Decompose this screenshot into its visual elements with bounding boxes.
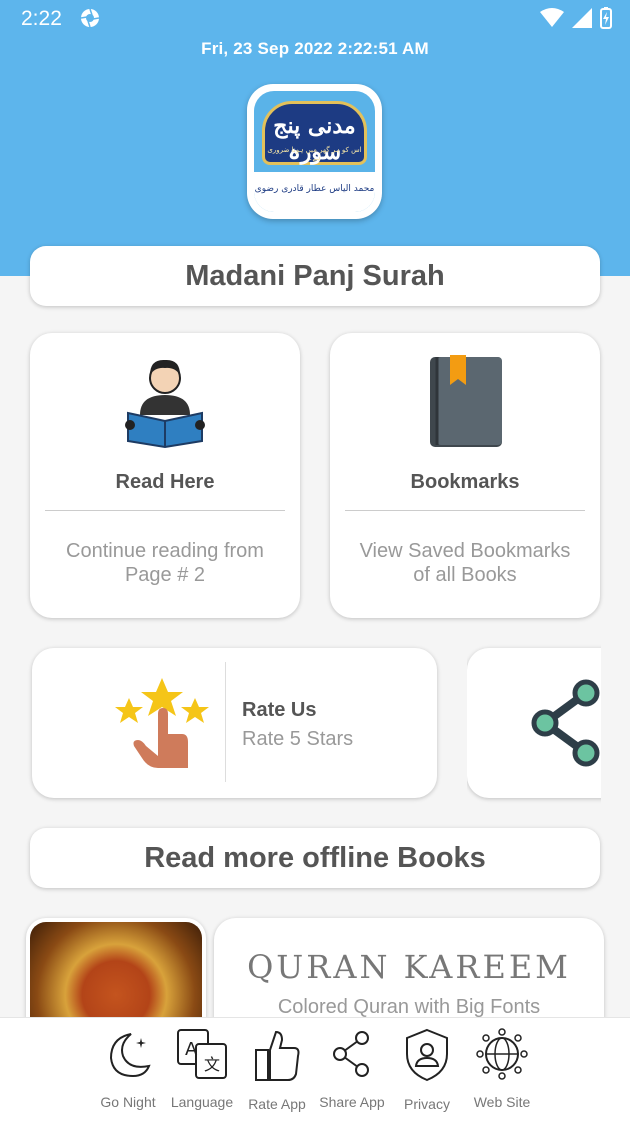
- battery-charging-icon: [600, 7, 612, 29]
- section-title-card: Read more offline Books: [30, 828, 600, 888]
- book-subtitle: Colored Quran with Big Fonts: [277, 996, 541, 1018]
- moon-icon: [109, 1033, 151, 1078]
- rate-us-card[interactable]: Rate Us Rate 5 Stars: [32, 648, 437, 798]
- svg-text:A: A: [185, 1039, 198, 1060]
- rate-us-title: Rate Us: [242, 699, 317, 721]
- nav-privacy[interactable]: Privacy: [389, 1028, 465, 1112]
- divider: [345, 510, 585, 511]
- share-card[interactable]: [467, 648, 601, 798]
- section-title: Read more offline Books: [144, 841, 486, 874]
- nav-rate-app[interactable]: Rate App: [239, 1028, 315, 1112]
- nav-web-site[interactable]: Web Site: [464, 1028, 540, 1110]
- status-time: 2:22: [21, 7, 62, 30]
- status-bar: 2:22: [0, 0, 630, 36]
- nav-share-app[interactable]: Share App: [314, 1028, 390, 1110]
- logo-subtitle: اس کو ہر گھر میں ہونا ضروری ہے۔: [267, 146, 362, 162]
- bookmarks-title: Bookmarks: [410, 471, 520, 493]
- read-here-card[interactable]: Read Here Continue reading from Page # 2: [30, 333, 300, 618]
- rate-us-subtitle: Rate 5 Stars: [242, 728, 354, 750]
- current-datetime: Fri, 23 Sep 2022 2:22:51 AM: [201, 39, 429, 58]
- nav-label: Language: [170, 1094, 234, 1110]
- read-here-title: Read Here: [115, 471, 215, 493]
- bookmark-book-icon: [430, 355, 502, 447]
- camera-aperture-icon: [80, 8, 100, 28]
- share-icon: [333, 1031, 369, 1077]
- nav-language[interactable]: A 文 Language: [164, 1028, 240, 1110]
- wifi-icon: [540, 8, 564, 27]
- reading-person-icon: [125, 359, 205, 449]
- shield-user-icon: [406, 1028, 448, 1082]
- share-icon: [531, 679, 600, 767]
- read-here-description: Continue reading from Page # 2: [66, 540, 264, 586]
- nav-label: Web Site: [473, 1094, 531, 1110]
- thumbs-up-icon: [255, 1030, 300, 1081]
- rate-stars-hand-icon: [115, 678, 209, 768]
- divider: [45, 510, 285, 511]
- nav-label: Rate App: [248, 1096, 306, 1112]
- logo-author: محمد الیاس عطار قادری رضوی: [254, 172, 375, 212]
- nav-label: Privacy: [404, 1096, 450, 1112]
- app-title: Madani Panj Surah: [185, 259, 445, 292]
- signal-icon: [572, 8, 592, 28]
- bottom-navigation: Go Night A 文 Language Rate App Share App: [0, 1017, 630, 1125]
- svg-text:文: 文: [204, 1055, 220, 1074]
- nav-go-night[interactable]: Go Night: [90, 1028, 166, 1110]
- nav-label: Share App: [319, 1094, 385, 1110]
- app-logo: مدنی پنج سورہ اس کو ہر گھر میں ہونا ضرور…: [247, 84, 382, 219]
- book-title: QURAN KAREEM: [247, 948, 571, 986]
- divider: [225, 662, 226, 782]
- bookmarks-description: View Saved Bookmarks of all Books: [359, 540, 571, 586]
- bookmarks-card[interactable]: Bookmarks View Saved Bookmarks of all Bo…: [330, 333, 600, 618]
- app-title-card: Madani Panj Surah: [30, 246, 600, 306]
- globe-icon: [476, 1028, 528, 1080]
- translate-icon: A 文: [177, 1029, 227, 1079]
- share-card-clip: [467, 640, 601, 810]
- nav-label: Go Night: [100, 1094, 156, 1110]
